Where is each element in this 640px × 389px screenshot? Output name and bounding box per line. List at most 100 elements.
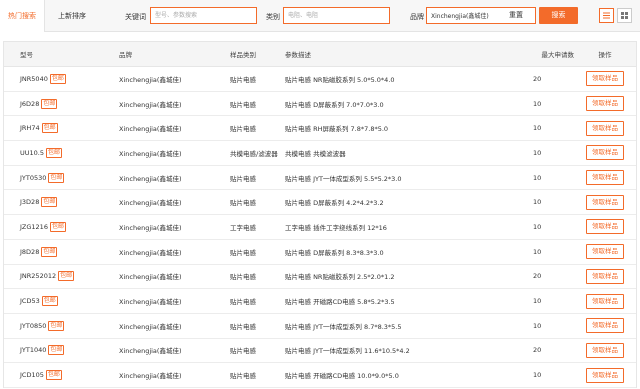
brand-cell: Xinchengjia(鑫城佳) <box>119 298 182 307</box>
category-cell: 贴片电感 <box>230 298 256 307</box>
description-cell: 贴片电感 D屏蔽系列 7.0*7.0*3.0 <box>285 100 384 109</box>
table-row: JNR5040 包邮 Xinchengjia(鑫城佳) 贴片电感 贴片电感 NR贴磁胶系… <box>4 67 636 92</box>
max-qty-cell: 10 <box>533 371 542 380</box>
description-cell: 共模电感 共模滤波器 <box>285 149 346 158</box>
brand-cell: Xinchengjia(鑫城佳) <box>119 100 182 109</box>
filter-bar: 热门搜索 上新排序 关键词 类别 品牌 重置 搜索 <box>0 0 640 32</box>
model-cell: JYT0530 包邮 <box>20 166 65 190</box>
category-cell: 贴片电感 <box>230 174 256 183</box>
model-text: JCD53 <box>20 297 40 306</box>
max-qty-cell: 20 <box>533 272 542 281</box>
model-cell: JRH74 包邮 <box>20 116 58 140</box>
claim-sample-button[interactable]: 领取样品 <box>586 342 624 358</box>
list-icon <box>603 12 610 19</box>
claim-sample-button[interactable]: 领取样品 <box>586 145 624 161</box>
free-shipping-badge: 包邮 <box>41 98 58 109</box>
max-qty-cell: 10 <box>533 247 542 256</box>
description-cell: 贴片电感 JYT一体成型系列 11.6*10.5*4.2 <box>285 347 410 356</box>
model-text: UU10.5 <box>20 148 44 157</box>
tab-hot-search[interactable]: 热门搜索 <box>0 0 45 32</box>
brand-cell: Xinchengjia(鑫城佳) <box>119 174 182 183</box>
table-body: JNR5040 包邮 Xinchengjia(鑫城佳) 贴片电感 贴片电感 NR贴磁胶系… <box>4 67 636 388</box>
description-cell: 贴片电感 开磁路CD电感 5.8*5.2*3.5 <box>285 298 395 307</box>
description-cell: 贴片电感 NR贴磁胶系列 5.0*5.0*4.0 <box>285 75 395 84</box>
table-row: J3D28 包邮 Xinchengjia(鑫城佳) 贴片电感 贴片电感 D屏蔽系列 4.… <box>4 190 636 216</box>
free-shipping-badge: 包邮 <box>41 197 58 208</box>
claim-sample-button[interactable]: 领取样品 <box>586 219 624 235</box>
brand-cell: Xinchengjia(鑫城佳) <box>119 347 182 356</box>
claim-sample-button[interactable]: 领取样品 <box>586 244 624 260</box>
model-text: JCD105 <box>20 371 44 380</box>
free-shipping-badge: 包邮 <box>41 123 58 134</box>
model-text: J6D28 <box>20 99 40 108</box>
max-qty-cell: 10 <box>533 321 542 330</box>
category-cell: 贴片电感 <box>230 75 256 84</box>
model-text: JYT0850 <box>20 321 47 330</box>
model-text: J3D28 <box>20 198 40 207</box>
header-brand: 品牌 <box>119 51 132 59</box>
brand-cell: Xinchengjia(鑫城佳) <box>119 125 182 134</box>
tab-new-arrivals[interactable]: 上新排序 <box>46 0 98 32</box>
free-shipping-badge: 包邮 <box>46 147 63 158</box>
claim-sample-button[interactable]: 领取样品 <box>586 120 624 136</box>
brand-label: 品牌 <box>410 13 424 21</box>
header-operation: 操作 <box>598 51 612 59</box>
category-cell: 贴片电感 <box>230 347 256 356</box>
grid-view-button[interactable] <box>617 8 632 23</box>
list-view-button[interactable] <box>599 8 614 23</box>
table-row: JYT0850 包邮 Xinchengjia(鑫城佳) 贴片电感 贴片电感 JYT一体成… <box>4 314 636 339</box>
category-cell: 贴片电感 <box>230 199 256 208</box>
model-cell: J6D28 包邮 <box>20 92 58 116</box>
free-shipping-badge: 包邮 <box>41 246 58 257</box>
description-cell: 贴片电感 NR贴磁胶系列 2.5*2.0*1.2 <box>285 273 395 282</box>
model-text: JRH74 <box>20 124 40 133</box>
claim-sample-button[interactable]: 领取样品 <box>586 293 624 309</box>
description-cell: 贴片电感 D屏蔽系列 8.3*8.3*3.0 <box>285 248 384 257</box>
max-qty-cell: 10 <box>533 198 542 207</box>
operation-cell: 领取样品 <box>584 190 626 214</box>
model-text: JYT0530 <box>20 173 47 182</box>
operation-cell: 领取样品 <box>584 92 626 116</box>
description-cell: 贴片电感 JYT一体成型系列 5.5*5.2*3.0 <box>285 174 402 183</box>
claim-sample-button[interactable]: 领取样品 <box>586 268 624 284</box>
description-cell: 贴片电感 开磁路CD电感 10.0*9.0*5.0 <box>285 372 399 381</box>
operation-cell: 领取样品 <box>584 289 626 313</box>
table-header: 型号 品牌 样品类别 参数描述 最大申请数 操作 <box>4 42 636 67</box>
claim-sample-button[interactable]: 领取样品 <box>586 71 624 87</box>
operation-cell: 领取样品 <box>584 265 626 289</box>
reset-button[interactable]: 重置 <box>509 8 523 23</box>
model-text: JYT1040 <box>20 346 47 355</box>
brand-cell: Xinchengjia(鑫城佳) <box>119 372 182 381</box>
model-cell: JCD105 包邮 <box>20 363 62 387</box>
category-cell: 工字电感 <box>230 223 256 232</box>
category-cell: 贴片电感 <box>230 273 256 282</box>
claim-sample-button[interactable]: 领取样品 <box>586 170 624 186</box>
claim-sample-button[interactable]: 领取样品 <box>586 367 624 383</box>
model-cell: J3D28 包邮 <box>20 190 58 214</box>
category-input[interactable] <box>283 7 390 24</box>
table-row: J8D28 包邮 Xinchengjia(鑫城佳) 贴片电感 贴片电感 D屏蔽系列 8.… <box>4 240 636 265</box>
brand-cell: Xinchengjia(鑫城佳) <box>119 273 182 282</box>
operation-cell: 领取样品 <box>584 240 626 264</box>
operation-cell: 领取样品 <box>584 116 626 140</box>
category-cell: 贴片电感 <box>230 372 256 381</box>
brand-cell: Xinchengjia(鑫城佳) <box>119 322 182 331</box>
claim-sample-button[interactable]: 领取样品 <box>586 194 624 210</box>
table-row: JCD53 包邮 Xinchengjia(鑫城佳) 贴片电感 贴片电感 开磁路CD电感 … <box>4 289 636 314</box>
claim-sample-button[interactable]: 领取样品 <box>586 96 624 112</box>
operation-cell: 领取样品 <box>584 314 626 338</box>
category-cell: 贴片电感 <box>230 248 256 257</box>
brand-cell: Xinchengjia(鑫城佳) <box>119 248 182 257</box>
model-text: JNR5040 <box>20 74 48 83</box>
free-shipping-badge: 包邮 <box>41 296 58 307</box>
operation-cell: 领取样品 <box>584 141 626 165</box>
model-text: J8D28 <box>20 247 40 256</box>
search-button[interactable]: 搜索 <box>539 7 578 24</box>
claim-sample-button[interactable]: 领取样品 <box>586 318 624 334</box>
description-cell: 贴片电感 JYT一体成型系列 8.7*8.3*5.5 <box>285 322 402 331</box>
free-shipping-badge: 包邮 <box>49 73 66 84</box>
operation-cell: 领取样品 <box>584 215 626 239</box>
model-text: JZG1216 <box>20 222 48 231</box>
free-shipping-badge: 包邮 <box>48 345 65 356</box>
keyword-input[interactable] <box>150 7 257 24</box>
